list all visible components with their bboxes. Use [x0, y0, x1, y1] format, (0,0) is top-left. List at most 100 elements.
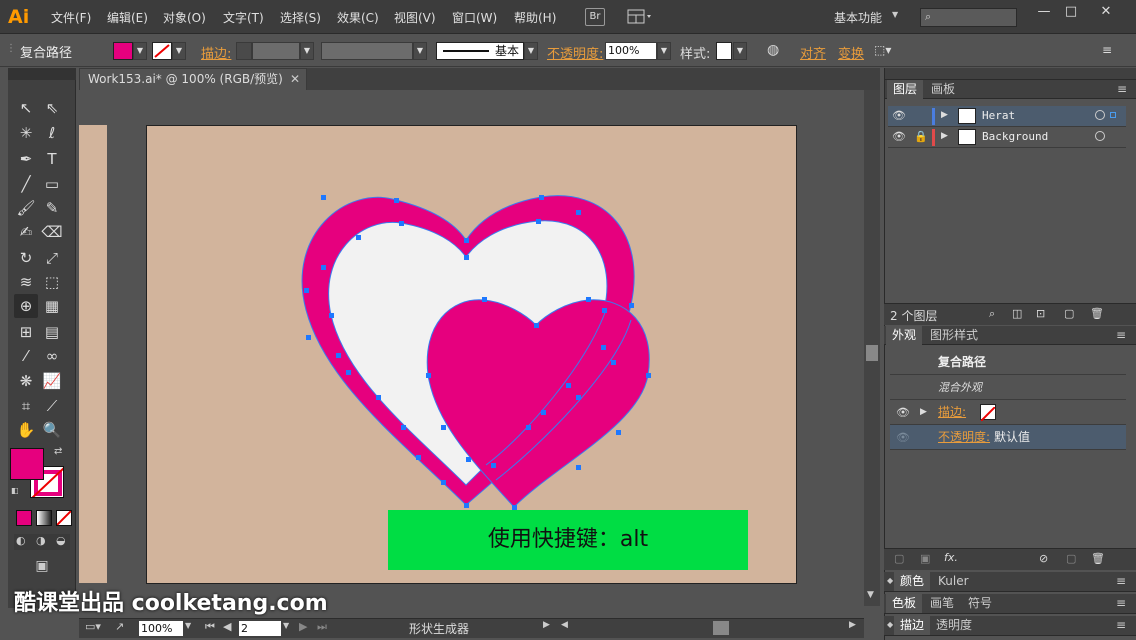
bridge-button[interactable]: Br	[585, 8, 605, 26]
hand-tool-icon[interactable]: ✋	[14, 418, 38, 442]
selected-square-icon[interactable]	[1110, 112, 1116, 118]
layers-panel-menu-icon[interactable]: ≡	[1117, 82, 1127, 96]
eyedropper-tool-icon[interactable]: ⁄	[14, 344, 38, 368]
document-tab[interactable]: Work153.ai* @ 100% (RGB/预览) ✕	[79, 68, 307, 90]
color-mode-button[interactable]	[16, 510, 32, 526]
zoom-dropdown-icon[interactable]: ▼	[185, 621, 191, 630]
collapse-arrows-icon[interactable]: ◆	[887, 576, 893, 585]
stroke-weight-stepper[interactable]	[236, 42, 252, 60]
appearance-opacity-row[interactable]: 👁 不透明度: 默认值	[890, 425, 1126, 450]
maximize-button[interactable]: □	[1057, 3, 1085, 20]
status-menu-icon[interactable]: ▶	[543, 620, 550, 630]
gpu-icon[interactable]: ▭▾	[85, 620, 101, 633]
expand-arrow-icon[interactable]: ▶	[941, 110, 948, 120]
fill-dropdown[interactable]: ▼	[133, 42, 147, 60]
pen-tool-icon[interactable]: ✒	[14, 147, 38, 171]
target-circle-icon[interactable]	[1095, 110, 1105, 120]
symbol-sprayer-tool-icon[interactable]: ❋	[14, 369, 38, 393]
minimize-button[interactable]: —	[1030, 3, 1058, 20]
tab-close-icon[interactable]: ✕	[290, 69, 300, 89]
expand-arrow-icon[interactable]: ▶	[920, 400, 927, 425]
first-artboard-icon[interactable]: ⏮	[205, 620, 215, 634]
close-button[interactable]: ✕	[1092, 3, 1120, 20]
opacity-label[interactable]: 不透明度:	[547, 43, 603, 62]
free-transform-tool-icon[interactable]: ⬚	[40, 270, 64, 294]
gradient-mode-button[interactable]	[36, 510, 52, 526]
stroke-weight-dropdown[interactable]: ▼	[300, 42, 314, 60]
style-dropdown[interactable]: ▼	[733, 42, 747, 60]
gradient-tool-icon[interactable]: ▤	[40, 320, 64, 344]
vertical-scrollbar[interactable]: ▼	[864, 90, 880, 606]
target-circle-icon[interactable]	[1095, 131, 1105, 141]
h-scroll-thumb[interactable]	[713, 621, 729, 635]
arrange-documents-icon[interactable]	[627, 9, 653, 25]
mesh-tool-icon[interactable]: ⊞	[14, 320, 38, 344]
layer-name[interactable]: Background	[982, 130, 1048, 143]
brush-definition[interactable]: 基本	[436, 42, 524, 60]
line-tool-icon[interactable]: ╱	[14, 172, 38, 196]
artboard-number-field[interactable]: 2	[239, 621, 281, 636]
zoom-field[interactable]: 100%	[139, 621, 183, 636]
visibility-eye-icon[interactable]: 👁	[896, 425, 910, 450]
menu-view[interactable]: 视图(V)	[394, 9, 436, 27]
isolate-icon[interactable]: ⬚▾	[874, 43, 891, 57]
draw-modes[interactable]: ◐ ◑ ◒	[14, 534, 70, 550]
graphic-style-swatch[interactable]	[716, 42, 732, 60]
tab-appearance[interactable]: 外观	[886, 326, 923, 345]
fill-swatch[interactable]	[113, 42, 133, 60]
slice-tool-icon[interactable]: ⟋	[40, 394, 64, 418]
workspace-switcher[interactable]: 基本功能	[834, 9, 882, 26]
lasso-tool-icon[interactable]: ℓ	[40, 121, 64, 145]
eraser-tool-icon[interactable]: ⌫	[40, 220, 64, 244]
align-link[interactable]: 对齐	[800, 43, 826, 62]
perspective-grid-tool-icon[interactable]: ▦	[40, 294, 64, 318]
stroke-swatch[interactable]	[152, 42, 172, 60]
artboard-tool-icon[interactable]: ⌗	[14, 394, 38, 418]
expand-arrow-icon[interactable]: ▶	[941, 131, 948, 141]
menu-file[interactable]: 文件(F)	[51, 9, 91, 27]
artboard-dropdown-icon[interactable]: ▼	[283, 621, 289, 630]
menu-window[interactable]: 窗口(W)	[452, 9, 497, 27]
lock-icon[interactable]: 🔒	[914, 130, 928, 143]
rotate-tool-icon[interactable]: ↻	[14, 246, 38, 270]
draw-normal-icon[interactable]: ◐	[16, 534, 26, 547]
menu-help[interactable]: 帮助(H)	[514, 9, 556, 27]
stroke-panel-menu-icon[interactable]: ≡	[1116, 618, 1126, 632]
type-tool-icon[interactable]: T	[40, 147, 64, 171]
delete-item-icon[interactable]: 🗑	[1091, 552, 1105, 565]
brush-dropdown[interactable]: ▼	[524, 42, 538, 60]
appearance-opacity-label[interactable]: 不透明度:	[938, 425, 990, 450]
share-icon[interactable]: ↗	[115, 620, 124, 633]
default-colors-icon[interactable]: ◧	[11, 486, 19, 495]
tab-swatches[interactable]: 色板	[886, 594, 923, 613]
tab-artboards[interactable]: 画板	[925, 80, 961, 99]
tab-color[interactable]: 颜色	[894, 572, 931, 591]
clipping-mask-icon[interactable]: ◫	[1012, 307, 1022, 320]
tab-brushes[interactable]: 画笔	[924, 594, 960, 613]
tab-stroke[interactable]: 描边	[894, 616, 931, 635]
last-artboard-icon[interactable]: ⏭	[317, 620, 327, 634]
variable-width-field[interactable]	[321, 42, 413, 60]
tab-graphic-styles[interactable]: 图形样式	[924, 326, 984, 345]
appearance-stroke-label[interactable]: 描边:	[938, 400, 966, 425]
blend-tool-icon[interactable]: ∞	[40, 344, 64, 368]
stroke-label[interactable]: 描边:	[201, 43, 231, 62]
clear-appearance-icon[interactable]: ⊘	[1039, 552, 1048, 565]
swatches-panel-menu-icon[interactable]: ≡	[1116, 596, 1126, 610]
menu-type[interactable]: 文字(T)	[223, 9, 264, 27]
duplicate-item-icon[interactable]: ▢	[1066, 552, 1076, 565]
tab-transparency[interactable]: 透明度	[930, 616, 978, 635]
visibility-eye-icon[interactable]: 👁	[896, 400, 910, 425]
add-stroke-icon[interactable]: ▢	[894, 552, 904, 565]
layer-row-background[interactable]: 👁 🔒 ▶ Background	[888, 127, 1126, 148]
opacity-field[interactable]: 100%	[605, 42, 657, 60]
appearance-stroke-row[interactable]: 👁 ▶ 描边:	[890, 400, 1126, 425]
fill-color-front[interactable]	[10, 448, 44, 480]
scale-tool-icon[interactable]: ⤢	[40, 246, 64, 270]
draw-inside-icon[interactable]: ◒	[56, 534, 66, 547]
add-fill-icon[interactable]: ▣	[920, 552, 930, 565]
new-layer-icon[interactable]: ▢	[1064, 307, 1074, 320]
appearance-panel-menu-icon[interactable]: ≡	[1116, 328, 1126, 342]
blob-brush-tool-icon[interactable]: ✍	[14, 220, 38, 244]
selection-tool-icon[interactable]: ↖	[14, 96, 38, 120]
